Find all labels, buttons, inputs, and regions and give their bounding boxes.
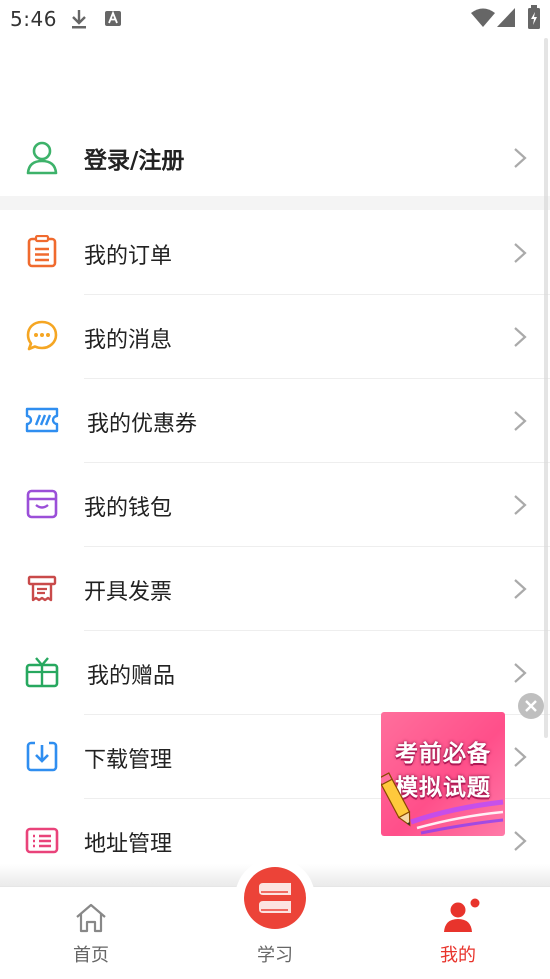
menu-item-label: 我的订单 bbox=[84, 244, 173, 269]
download-icon bbox=[72, 10, 86, 29]
coupon-icon bbox=[25, 407, 59, 433]
menu-item-label: 我的消息 bbox=[84, 328, 173, 353]
nav-tab-mine[interactable]: 我的 bbox=[398, 887, 518, 979]
chevron-right-icon bbox=[514, 831, 527, 851]
study-center-button[interactable] bbox=[244, 867, 306, 929]
scrollbar[interactable] bbox=[544, 38, 548, 738]
pencil-icon bbox=[381, 772, 411, 827]
menu-item-messages[interactable]: 我的消息 bbox=[0, 295, 550, 379]
wifi-icon bbox=[471, 8, 495, 27]
a-app-icon bbox=[105, 10, 121, 26]
status-time: 5:46 bbox=[10, 7, 57, 31]
download-box-icon bbox=[26, 741, 58, 772]
section-divider bbox=[0, 196, 550, 210]
menu-item-wallet[interactable]: 我的钱包 bbox=[0, 463, 550, 547]
user-outline-icon bbox=[26, 141, 58, 175]
login-register-row[interactable]: 登录/注册 bbox=[0, 120, 550, 196]
nav-tab-label: 我的 bbox=[440, 945, 476, 966]
menu-item-invoice[interactable]: 开具发票 bbox=[0, 547, 550, 631]
chevron-right-icon bbox=[514, 243, 527, 263]
menu-item-label: 地址管理 bbox=[84, 832, 173, 857]
address-list-icon bbox=[25, 827, 59, 854]
menu-item-orders[interactable]: 我的订单 bbox=[0, 211, 550, 295]
profile-icon bbox=[444, 898, 480, 932]
menu-item-label: 我的钱包 bbox=[84, 496, 173, 521]
invoice-icon bbox=[27, 575, 57, 602]
login-register-label: 登录/注册 bbox=[84, 148, 185, 174]
chevron-right-icon bbox=[514, 327, 527, 347]
menu-item-label: 我的赠品 bbox=[87, 664, 176, 689]
mock-exam-ad-banner[interactable]: 考前必备 模拟试题 bbox=[381, 712, 505, 836]
message-bubble-icon bbox=[26, 320, 58, 351]
menu-item-label: 我的优惠券 bbox=[87, 412, 198, 437]
home-icon bbox=[76, 903, 106, 933]
chevron-right-icon bbox=[514, 747, 527, 767]
menu-item-label: 开具发票 bbox=[84, 580, 173, 605]
menu-item-coupons[interactable]: 我的优惠券 bbox=[0, 379, 550, 463]
chevron-right-icon bbox=[514, 495, 527, 515]
ad-close-button[interactable] bbox=[518, 693, 544, 719]
close-icon bbox=[525, 700, 537, 712]
signal-icon bbox=[497, 8, 515, 27]
wallet-icon bbox=[26, 489, 58, 519]
menu-item-gifts[interactable]: 我的赠品 bbox=[0, 631, 550, 715]
nav-tab-label: 学习 bbox=[257, 945, 293, 966]
battery-charging-icon bbox=[528, 5, 540, 29]
order-list-icon bbox=[27, 235, 57, 268]
gift-tv-icon bbox=[25, 657, 59, 688]
nav-tab-home[interactable]: 首页 bbox=[31, 887, 151, 979]
menu-item-label: 下载管理 bbox=[84, 748, 173, 773]
nav-tab-label: 首页 bbox=[73, 945, 109, 966]
chevron-right-icon bbox=[514, 411, 527, 431]
chevron-right-icon bbox=[514, 663, 527, 683]
status-bar: 5:46 bbox=[0, 0, 550, 38]
ad-text-line1: 考前必备 bbox=[395, 741, 491, 767]
chevron-right-icon bbox=[514, 148, 527, 168]
study-book-icon bbox=[259, 883, 291, 913]
chevron-right-icon bbox=[514, 579, 527, 599]
